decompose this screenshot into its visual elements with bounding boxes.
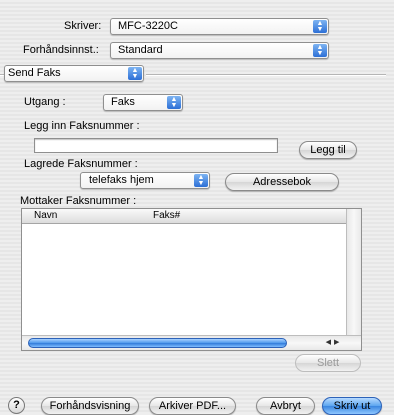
popup-arrows-icon: ▲ ▼ (167, 96, 181, 109)
delete-button[interactable]: Slett (295, 354, 361, 372)
column-header-name[interactable]: Navn (28, 209, 57, 223)
scroll-thumb[interactable] (28, 338, 287, 348)
add-button[interactable]: Legg til (299, 141, 357, 159)
vertical-scrollbar[interactable] (346, 209, 361, 335)
help-button[interactable]: ? (8, 397, 25, 414)
recipients-label: Mottaker Faksnummer : (20, 195, 137, 207)
output-value: Faks (111, 96, 135, 108)
presets-select[interactable]: Standard ▲ ▼ (110, 42, 329, 59)
output-select[interactable]: Faks ▲ ▼ (103, 94, 183, 111)
printer-value: MFC-3220C (118, 20, 178, 32)
print-button[interactable]: Skriv ut (322, 397, 382, 415)
stored-select[interactable]: telefaks hjem ▲ ▼ (80, 172, 210, 189)
popup-arrows-icon: ▲ ▼ (194, 174, 208, 187)
output-label: Utgang : (24, 96, 66, 108)
presets-label: Forhåndsinnst.: (23, 44, 99, 56)
popup-arrows-icon: ▲ ▼ (313, 20, 327, 33)
panel-value: Send Faks (8, 67, 61, 79)
recipients-table[interactable]: Navn Faks# ◀▶ (21, 208, 362, 351)
save-pdf-button[interactable]: Arkiver PDF... (149, 397, 236, 415)
popup-arrows-icon: ▲ ▼ (128, 67, 142, 80)
table-header: Navn Faks# (22, 209, 346, 224)
panel-select[interactable]: Send Faks ▲ ▼ (4, 65, 144, 82)
printer-label: Skriver: (64, 20, 102, 32)
cancel-button[interactable]: Avbryt (256, 397, 315, 415)
preview-button[interactable]: Forhåndsvisning (41, 397, 139, 415)
stored-label: Lagrede Faksnummer : (24, 158, 138, 170)
presets-value: Standard (118, 44, 163, 56)
popup-arrows-icon: ▲ ▼ (313, 44, 327, 57)
horizontal-scrollbar[interactable]: ◀▶ (22, 335, 361, 350)
scroll-arrows-icon[interactable]: ◀▶ (322, 337, 346, 349)
fax-number-input[interactable] (34, 138, 278, 153)
printer-select[interactable]: MFC-3220C ▲ ▼ (110, 18, 329, 35)
stored-value: telefaks hjem (89, 174, 154, 186)
address-book-button[interactable]: Adressebok (225, 173, 339, 191)
fax-entry-label: Legg inn Faksnummer : (24, 120, 140, 132)
panel-separator (146, 74, 386, 76)
column-header-fax[interactable]: Faks# (147, 209, 180, 223)
